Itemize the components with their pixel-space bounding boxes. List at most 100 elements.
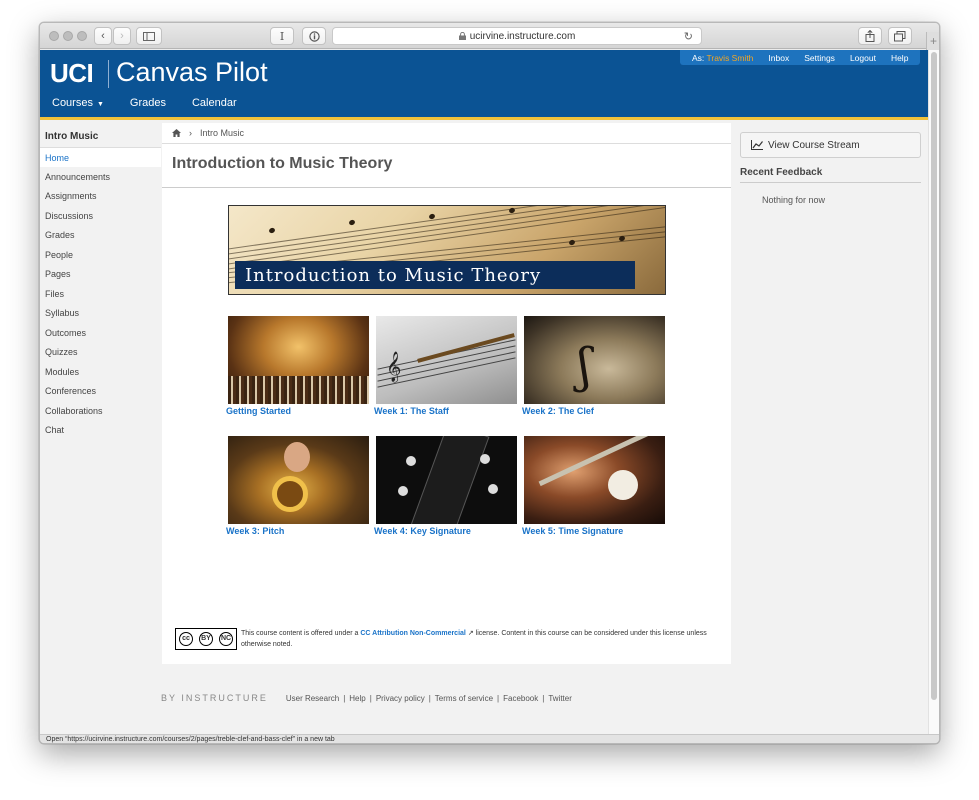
f-hole-icon: ʃ — [578, 338, 592, 394]
logout-link[interactable]: Logout — [850, 53, 876, 63]
view-course-stream-button[interactable]: View Course Stream — [740, 132, 921, 158]
instructure-brand[interactable]: BY INSTRUCTURE — [161, 693, 268, 703]
by-icon: BY — [199, 632, 213, 646]
logo-divider — [108, 60, 109, 88]
concert-hall-photo[interactable] — [228, 316, 369, 404]
course-nav-modules[interactable]: Modules — [45, 367, 79, 377]
course-nav-assignments[interactable]: Assignments — [45, 191, 97, 201]
course-nav-announcements[interactable]: Announcements — [45, 172, 110, 182]
footer-link-terms[interactable]: Terms of service — [435, 694, 493, 703]
course-nav-outcomes[interactable]: Outcomes — [45, 328, 86, 338]
inbox-link[interactable]: Inbox — [768, 53, 789, 63]
course-nav-chat[interactable]: Chat — [45, 425, 64, 435]
forward-button[interactable]: › — [113, 27, 131, 45]
player-face — [284, 442, 310, 472]
new-tab-button[interactable]: + — [926, 32, 939, 50]
tile-label[interactable]: Getting Started — [226, 406, 291, 416]
page-title: Introduction to Music Theory — [172, 155, 393, 172]
tabs-overview-button[interactable] — [888, 27, 912, 45]
uci-logo[interactable]: UCI — [50, 58, 94, 89]
tuning-peg — [398, 486, 408, 496]
tile-label[interactable]: Week 3: Pitch — [226, 526, 284, 536]
user-bar: As: Travis Smith Inbox Settings Logout H… — [680, 50, 920, 65]
page-viewport: UCI Canvas Pilot As: Travis Smith Inbox … — [40, 50, 928, 734]
share-button[interactable] — [858, 27, 882, 45]
course-nav-discussions[interactable]: Discussions — [45, 211, 93, 221]
masquerade-info: As: Travis Smith — [692, 53, 753, 63]
privacy-report-button[interactable] — [302, 27, 326, 45]
tile-label[interactable]: Week 4: Key Signature — [374, 526, 471, 536]
address-bar[interactable]: ucirvine.instructure.com ↻ — [332, 27, 702, 45]
recent-feedback-heading: Recent Feedback — [740, 167, 823, 178]
trumpet-player-photo[interactable] — [228, 436, 369, 524]
user-name[interactable]: Travis Smith — [707, 53, 754, 63]
course-nav-home[interactable]: Home — [45, 153, 69, 163]
footer-link-twitter[interactable]: Twitter — [548, 694, 572, 703]
text-cursor-icon: I — [279, 29, 285, 43]
note-icon — [348, 219, 356, 226]
chevron-right-icon: › — [120, 30, 124, 42]
banner-title: Introduction to Music Theory — [235, 261, 635, 289]
reader-button[interactable]: I — [270, 27, 294, 45]
footer-separator: | — [343, 693, 346, 703]
settings-link[interactable]: Settings — [804, 53, 835, 63]
course-nav-collaborations[interactable]: Collaborations — [45, 406, 103, 416]
vertical-scrollbar[interactable] — [928, 50, 939, 734]
module-tile-week-4[interactable]: Week 4: Key Signature — [374, 436, 517, 536]
course-title[interactable]: Intro Music — [45, 131, 98, 142]
course-nav-syllabus[interactable]: Syllabus — [45, 308, 79, 318]
close-window-button[interactable] — [49, 31, 59, 41]
course-nav-grades[interactable]: Grades — [45, 230, 75, 240]
tabs-icon — [894, 30, 906, 41]
calendar-nav-link[interactable]: Calendar — [192, 97, 237, 109]
minimize-window-button[interactable] — [63, 31, 73, 41]
feedback-empty-text: Nothing for now — [762, 195, 826, 205]
tuning-peg — [406, 456, 416, 466]
lock-icon — [458, 32, 466, 40]
headstock — [410, 436, 490, 524]
course-nav-conferences[interactable]: Conferences — [45, 386, 96, 396]
home-icon[interactable] — [172, 129, 181, 137]
canvas-pilot-logo[interactable]: Canvas Pilot — [116, 57, 268, 88]
footer-link-user-research[interactable]: User Research — [286, 694, 339, 703]
scrollbar-thumb[interactable] — [931, 52, 937, 700]
footer-link-privacy[interactable]: Privacy policy — [376, 694, 425, 703]
license-notice: cc BY NC This course content is offered … — [175, 628, 720, 650]
module-tile-week-2[interactable]: ʃ Week 2: The Clef — [522, 316, 665, 416]
pen-staff-photo[interactable]: 𝄞 — [376, 316, 517, 404]
guitarist-photo[interactable] — [524, 436, 665, 524]
violin-photo[interactable]: ʃ — [524, 316, 665, 404]
breadcrumb-course[interactable]: Intro Music — [200, 128, 244, 138]
module-tile-week-3[interactable]: Week 3: Pitch — [226, 436, 369, 536]
trumpet-bell — [272, 476, 308, 512]
footer-link-facebook[interactable]: Facebook — [503, 694, 538, 703]
tuning-peg — [488, 484, 498, 494]
zoom-window-button[interactable] — [77, 31, 87, 41]
grades-nav-link[interactable]: Grades — [130, 97, 166, 109]
course-nav-pages[interactable]: Pages — [45, 269, 71, 279]
as-label: As: — [692, 52, 705, 63]
footer-separator: | — [369, 693, 372, 703]
help-link[interactable]: Help — [891, 53, 908, 63]
module-tile-week-1[interactable]: 𝄞 Week 1: The Staff — [374, 316, 517, 416]
reload-icon[interactable]: ↻ — [684, 30, 693, 43]
feedback-divider — [740, 182, 921, 183]
course-nav-people[interactable]: People — [45, 250, 73, 260]
course-nav-files[interactable]: Files — [45, 289, 64, 299]
title-divider — [162, 187, 731, 188]
cc-license-badge[interactable]: cc BY NC — [175, 628, 237, 650]
footer-link-help[interactable]: Help — [349, 694, 365, 703]
course-nav-quizzes[interactable]: Quizzes — [45, 347, 78, 357]
courses-menu[interactable]: Courses ▼ — [52, 97, 104, 109]
tile-label[interactable]: Week 5: Time Signature — [522, 526, 623, 536]
sidebar-toggle-button[interactable] — [136, 27, 162, 45]
back-button[interactable]: ‹ — [94, 27, 112, 45]
module-tile-week-5[interactable]: Week 5: Time Signature — [522, 436, 665, 536]
share-icon — [865, 30, 875, 42]
license-link[interactable]: CC Attribution Non-Commercial — [360, 630, 466, 637]
footer-links: User Research | Help | Privacy policy | Ter… — [286, 694, 572, 703]
tile-label[interactable]: Week 2: The Clef — [522, 406, 594, 416]
tile-label[interactable]: Week 1: The Staff — [374, 406, 449, 416]
guitar-headstock-photo[interactable] — [376, 436, 517, 524]
module-tile-getting-started[interactable]: Getting Started — [226, 316, 369, 416]
